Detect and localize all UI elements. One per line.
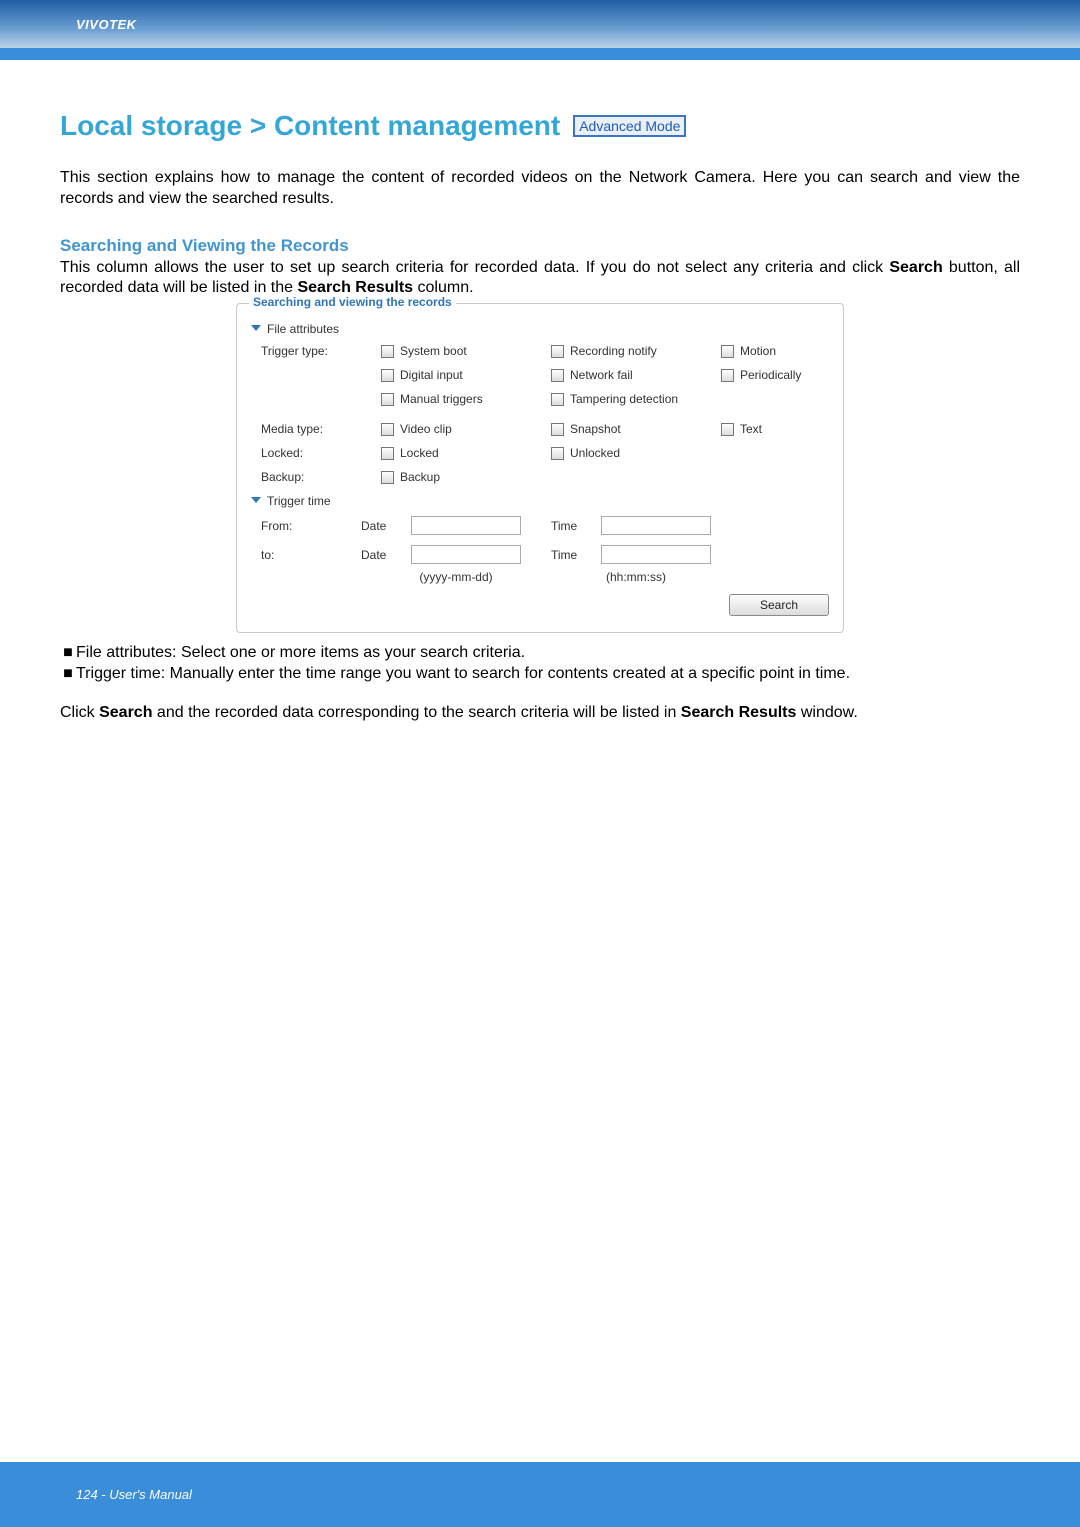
bullet-icon: ■: [60, 664, 76, 685]
cb-network-fail-label: Network fail: [570, 368, 633, 382]
bullet-file-attributes: File attributes: Select one or more item…: [76, 643, 525, 664]
mode-badge: Advanced Mode: [574, 116, 685, 136]
date-label-from: Date: [361, 519, 411, 533]
brand-text: VIVOTEK: [76, 17, 137, 32]
trigger-type-label: Trigger type:: [261, 344, 381, 358]
cb-unlocked-box[interactable]: [551, 447, 564, 460]
header-band: VIVOTEK: [0, 0, 1080, 48]
footer-text: 124 - User's Manual: [76, 1487, 192, 1502]
cb-locked-box[interactable]: [381, 447, 394, 460]
cb-network-fail-box[interactable]: [551, 369, 564, 382]
cb-motion[interactable]: Motion: [721, 344, 841, 358]
chevron-down-icon: [251, 322, 261, 336]
to-time-input[interactable]: [601, 545, 711, 564]
cb-digital-input[interactable]: Digital input: [381, 368, 551, 382]
cb-digital-input-label: Digital input: [400, 368, 463, 382]
cb-text[interactable]: Text: [721, 422, 841, 436]
closing-paragraph: Click Search and the recorded data corre…: [60, 703, 1020, 724]
closing-part3: window.: [796, 704, 857, 721]
backup-label: Backup:: [261, 470, 381, 484]
time-format-hint: (hh:mm:ss): [551, 570, 721, 584]
chevron-down-icon: [251, 494, 261, 508]
media-type-label: Media type:: [261, 422, 381, 436]
intro-paragraph: This section explains how to manage the …: [60, 168, 1020, 210]
cb-text-box[interactable]: [721, 423, 734, 436]
cb-locked[interactable]: Locked: [381, 446, 551, 460]
bullet-icon: ■: [60, 643, 76, 664]
cb-video-clip-box[interactable]: [381, 423, 394, 436]
cb-manual-triggers-label: Manual triggers: [400, 392, 483, 406]
closing-part1: Click: [60, 704, 99, 721]
cb-system-boot[interactable]: System boot: [381, 344, 551, 358]
locked-label: Locked:: [261, 446, 381, 460]
bullet-1-rest: Select one or more items as your search …: [181, 644, 525, 661]
cb-manual-triggers[interactable]: Manual triggers: [381, 392, 551, 406]
section-intro-bold-results: Search Results: [297, 279, 413, 296]
cb-backup[interactable]: Backup: [381, 470, 551, 484]
from-time-input[interactable]: [601, 516, 711, 535]
header-underline: [0, 48, 1080, 60]
file-attributes-toggle[interactable]: File attributes: [251, 322, 829, 336]
bullet-trigger-time: Trigger time: Manually enter the time ra…: [76, 664, 850, 685]
closing-bold-results: Search Results: [681, 704, 797, 721]
cb-manual-triggers-box[interactable]: [381, 393, 394, 406]
cb-unlocked[interactable]: Unlocked: [551, 446, 721, 460]
section-intro-part1: This column allows the user to set up se…: [60, 259, 889, 276]
section-intro-part3: column.: [413, 279, 473, 296]
cb-periodically[interactable]: Periodically: [721, 368, 841, 382]
closing-part2: and the recorded data corresponding to t…: [152, 704, 680, 721]
cb-text-label: Text: [740, 422, 762, 436]
cb-backup-box[interactable]: [381, 471, 394, 484]
cb-tampering-label: Tampering detection: [570, 392, 678, 406]
cb-motion-box[interactable]: [721, 345, 734, 358]
cb-recording-notify-label: Recording notify: [570, 344, 657, 358]
date-label-to: Date: [361, 548, 411, 562]
time-label-from: Time: [551, 519, 601, 533]
cb-video-clip[interactable]: Video clip: [381, 422, 551, 436]
cb-snapshot[interactable]: Snapshot: [551, 422, 721, 436]
cb-backup-label: Backup: [400, 470, 440, 484]
cb-video-clip-label: Video clip: [400, 422, 452, 436]
bullet-1-lead: File attributes:: [76, 644, 181, 661]
cb-snapshot-label: Snapshot: [570, 422, 621, 436]
from-date-input[interactable]: [411, 516, 521, 535]
cb-snapshot-box[interactable]: [551, 423, 564, 436]
search-panel: Searching and viewing the records File a…: [236, 303, 844, 633]
cb-locked-label: Locked: [400, 446, 439, 460]
time-label-to: Time: [551, 548, 601, 562]
closing-bold-search: Search: [99, 704, 152, 721]
section-intro-bold-search: Search: [889, 259, 942, 276]
to-date-input[interactable]: [411, 545, 521, 564]
section-heading: Searching and Viewing the Records: [60, 236, 1020, 256]
cb-motion-label: Motion: [740, 344, 776, 358]
cb-system-boot-box[interactable]: [381, 345, 394, 358]
date-format-hint: (yyyy-mm-dd): [361, 570, 551, 584]
cb-tampering-box[interactable]: [551, 393, 564, 406]
cb-system-boot-label: System boot: [400, 344, 467, 358]
cb-network-fail[interactable]: Network fail: [551, 368, 721, 382]
section-intro: This column allows the user to set up se…: [60, 258, 1020, 300]
from-label: From:: [261, 519, 361, 533]
cb-recording-notify-box[interactable]: [551, 345, 564, 358]
cb-periodically-box[interactable]: [721, 369, 734, 382]
cb-periodically-label: Periodically: [740, 368, 801, 382]
to-label: to:: [261, 548, 361, 562]
cb-unlocked-label: Unlocked: [570, 446, 620, 460]
file-attributes-label: File attributes: [267, 322, 339, 336]
cb-tampering[interactable]: Tampering detection: [551, 392, 721, 406]
trigger-time-toggle[interactable]: Trigger time: [251, 494, 829, 508]
page-title: Local storage > Content management: [60, 110, 560, 142]
cb-recording-notify[interactable]: Recording notify: [551, 344, 721, 358]
cb-digital-input-box[interactable]: [381, 369, 394, 382]
trigger-time-label: Trigger time: [267, 494, 331, 508]
page-footer: 124 - User's Manual: [0, 1462, 1080, 1527]
search-button[interactable]: Search: [729, 594, 829, 616]
bullet-2-rest: Manually enter the time range you want t…: [170, 665, 850, 682]
bullet-2-lead: Trigger time:: [76, 665, 170, 682]
panel-legend: Searching and viewing the records: [249, 295, 456, 309]
